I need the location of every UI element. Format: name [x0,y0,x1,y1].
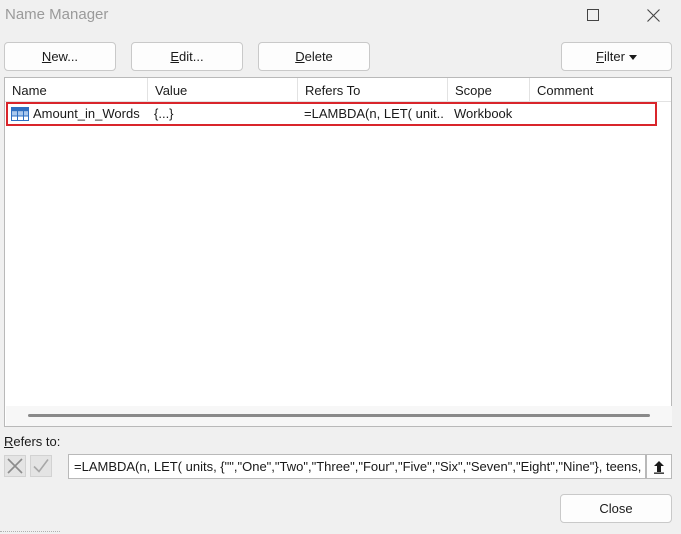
close-button[interactable]: Close [560,494,672,523]
column-header-scope[interactable]: Scope [448,78,530,102]
row-refers-to: =LAMBDA(n, LET( unit... [304,106,444,121]
edit-button-accel: E [170,49,180,64]
column-header-refers-to[interactable]: Refers To [298,78,448,102]
checkmark-icon [33,459,49,473]
names-list[interactable]: Name Value Refers To Scope Comment Amoun… [4,77,672,427]
filter-button[interactable]: Filter [561,42,672,71]
edit-button-label: dit... [179,49,204,64]
collapse-dialog-button[interactable] [646,454,672,479]
delete-button[interactable]: Delete [258,42,370,71]
list-header: Name Value Refers To Scope Comment [5,78,671,102]
column-header-value[interactable]: Value [148,78,298,102]
row-name: Amount_in_Words [33,106,140,121]
refers-to-accel: R [4,434,14,449]
delete-button-accel: D [295,49,305,64]
new-button-accel: N [41,49,52,64]
filter-button-accel: F [596,49,604,64]
close-icon [646,8,660,22]
refers-to-label-text: efers to: [13,434,61,449]
dialog-title: Name Manager [5,6,109,23]
upload-arrow-icon [654,460,664,474]
confirm-edit-button[interactable] [30,455,52,477]
new-button[interactable]: New... [4,42,116,71]
cancel-x-icon [7,458,23,474]
row-value: {...} [154,106,174,121]
cancel-edit-button[interactable] [4,455,26,477]
new-button-label: ew... [51,49,79,64]
scrollbar-thumb[interactable] [28,414,650,417]
title-bar: Name Manager [0,0,681,30]
edit-button[interactable]: Edit... [131,42,243,71]
maximize-button[interactable] [570,0,616,30]
maximize-icon [587,9,599,21]
horizontal-scrollbar[interactable] [6,406,672,426]
refers-to-input[interactable]: =LAMBDA(n, LET( units, {"","One","Two","… [68,454,646,479]
column-header-comment[interactable]: Comment [530,78,671,102]
chevron-down-icon [628,55,637,60]
table-name-icon [11,107,29,121]
refers-to-label: Refers to: [4,434,60,449]
row-scope: Workbook [454,106,513,121]
name-manager-dialog: Name Manager New... Edit... Delete Filte… [0,0,681,534]
filter-button-label: ilter [604,49,625,64]
window-close-button[interactable] [630,0,676,30]
column-header-name[interactable]: Name [5,78,148,102]
list-row[interactable]: Amount_in_Words {...} =LAMBDA(n, LET( un… [7,103,657,125]
delete-button-label: elete [304,49,333,64]
row-name-cell: Amount_in_Words [11,103,151,125]
